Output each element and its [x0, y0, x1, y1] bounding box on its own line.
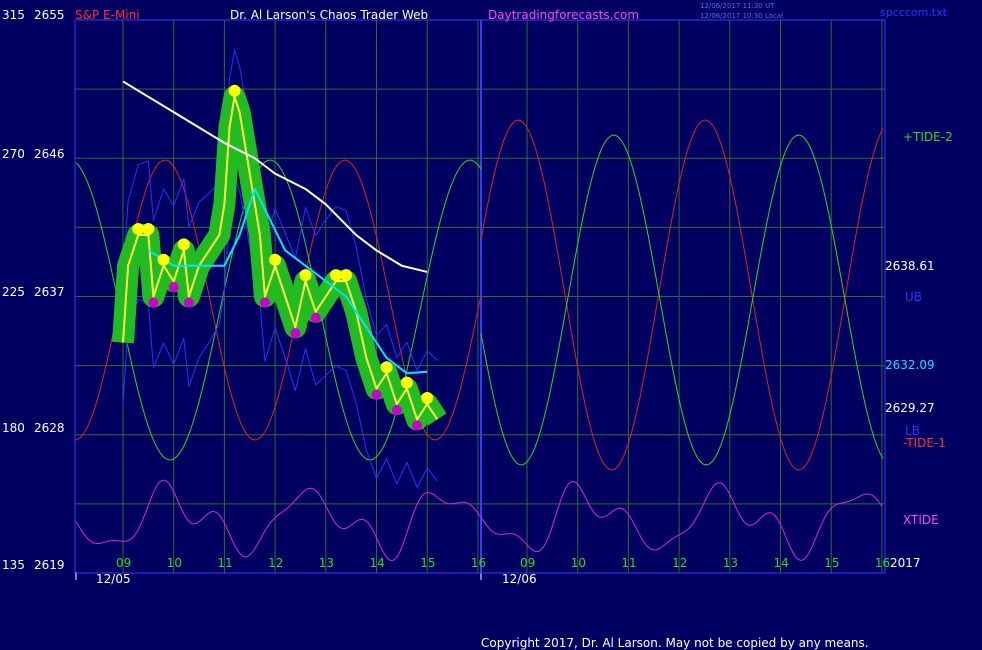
hour-tick-label: 15: [420, 556, 436, 570]
series-layer: [75, 49, 884, 562]
label-ema-value: 2632.09: [885, 358, 935, 372]
swing-low-marker: [391, 405, 402, 416]
hour-tick-label: 16: [874, 556, 891, 570]
left-axis-price-2619: 2619: [34, 558, 65, 572]
swing-low-marker: [168, 282, 179, 293]
hour-tick-label: 12: [268, 556, 284, 570]
hour-tick-label: 16: [470, 556, 487, 570]
swing-high-marker: [177, 238, 190, 251]
label-tide-2: +TIDE-2: [903, 130, 953, 144]
label-close-value: 2629.27: [885, 401, 935, 415]
xtide-line: [75, 479, 883, 562]
hour-tick-label: 10: [166, 556, 182, 570]
left-axis-top-price: 2655: [34, 8, 65, 22]
swing-low-marker: [371, 389, 382, 400]
hour-tick-label: 14: [369, 556, 385, 570]
copyright-notice: Copyright 2017, Dr. Al Larson. May not b…: [481, 636, 869, 650]
site-link[interactable]: Daytradingforecasts.com: [488, 8, 639, 22]
hour-tick-label: 12: [672, 556, 688, 570]
left-axis-price-2628: 2628: [34, 421, 65, 435]
swing-high-marker: [421, 392, 434, 405]
left-axis-tide-270: 270: [2, 147, 25, 161]
left-axis-tide-180: 180: [2, 421, 25, 435]
swing-high-marker: [340, 269, 353, 282]
swing-high-marker: [228, 84, 241, 97]
swing-low-marker: [412, 420, 423, 431]
hour-tick-label: 13: [722, 556, 739, 570]
hour-tick-label: 15: [824, 556, 840, 570]
instrument-label: S&P E-Mini: [75, 8, 140, 22]
swing-low-marker: [148, 297, 159, 308]
left-axis-top-tide: 315: [2, 8, 25, 22]
label-xtide: XTIDE: [903, 513, 939, 527]
swing-high-marker: [299, 269, 312, 282]
timestamp-local: 12/06/2017 10:30 Local: [700, 12, 784, 20]
hour-tick-label: 10: [570, 556, 586, 570]
label-last-price: 2638.61: [885, 259, 935, 273]
left-axis-tide-135: 135: [2, 558, 25, 572]
upper-band-line: [122, 49, 438, 372]
chart-canvas: [74, 19, 886, 580]
label-upper-band: UB: [905, 290, 923, 304]
left-axis-tide-225: 225: [2, 285, 25, 299]
swing-low-marker: [310, 312, 321, 323]
date-label-12-06: 12/06: [502, 572, 537, 586]
hour-tick-label: 13: [318, 556, 335, 570]
swing-high-marker: [142, 223, 155, 236]
lower-band-line: [122, 177, 438, 488]
swing-low-marker: [183, 297, 194, 308]
left-axis-price-2646: 2646: [34, 147, 65, 161]
chart-title: Dr. Al Larson's Chaos Trader Web: [230, 8, 429, 22]
swing-high-marker: [157, 253, 170, 266]
swing-low-marker: [259, 297, 270, 308]
hour-tick-label: 11: [217, 556, 233, 570]
timestamp-ut: 12/06/2017 11:30 UT: [700, 2, 775, 10]
date-label-12-05: 12/05: [96, 572, 131, 586]
hour-tick-label: 09: [116, 556, 132, 570]
swing-high-marker: [269, 253, 282, 266]
hour-tick-label: 09: [520, 556, 536, 570]
swing-low-marker: [290, 328, 301, 339]
tide-1-forecast-line: [480, 119, 884, 471]
data-file-label: spcccom.txt: [880, 6, 947, 19]
swing-high-marker: [400, 376, 413, 389]
hour-tick-label: 11: [621, 556, 637, 570]
label-year: 2017: [890, 556, 921, 570]
left-axis-price-2637: 2637: [34, 285, 65, 299]
label-tide-1: -TIDE-1: [903, 436, 946, 450]
hour-tick-label: 14: [773, 556, 789, 570]
swing-high-marker: [380, 361, 393, 374]
